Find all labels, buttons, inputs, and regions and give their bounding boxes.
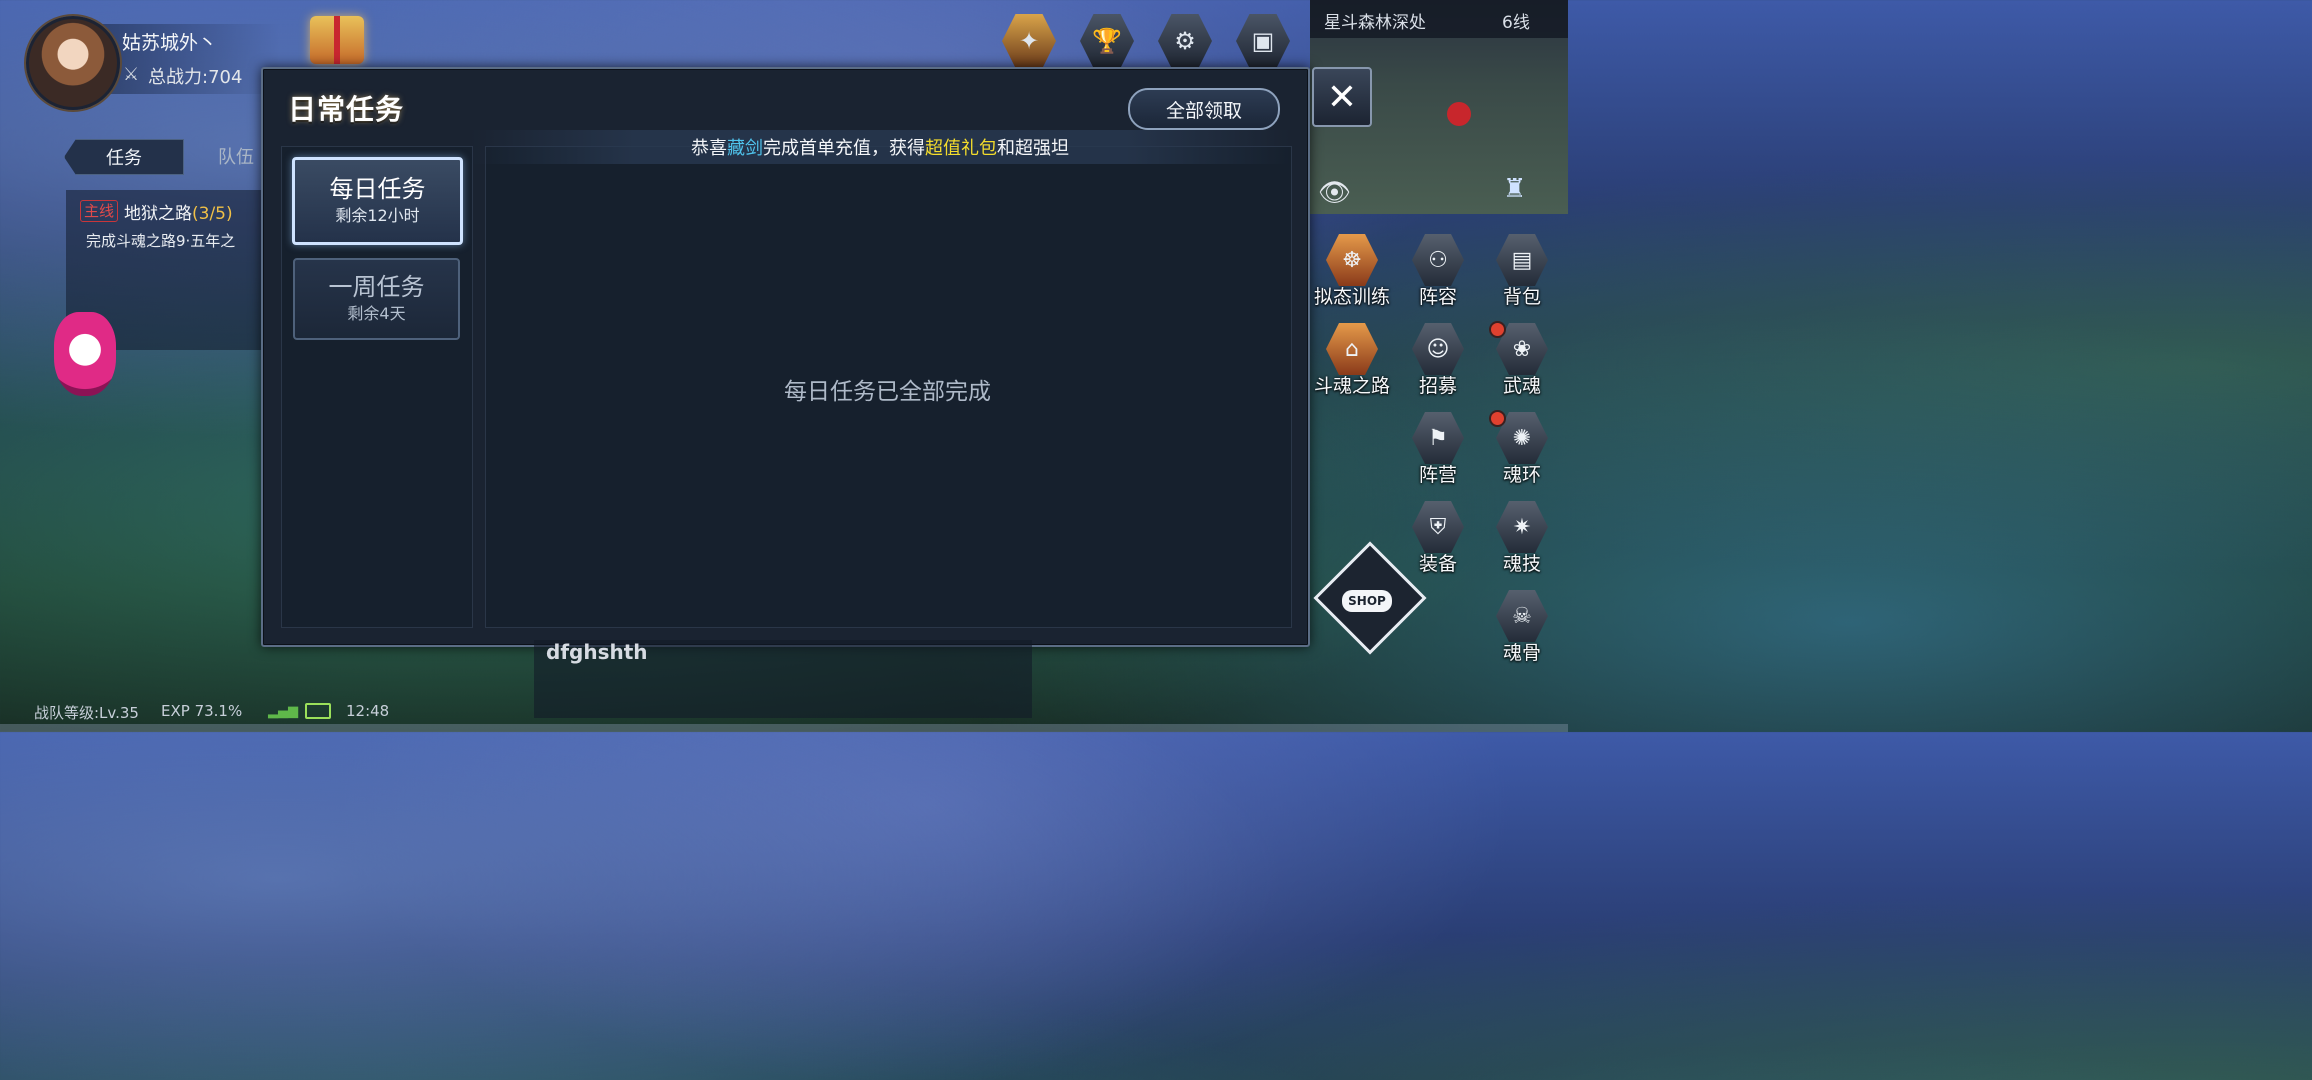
close-button[interactable]: ✕ (1312, 67, 1372, 127)
main-quest-tag: 主线 (80, 200, 119, 222)
tab-daily-name: 每日任务 (329, 175, 426, 203)
player-name: 姑苏城外丶 (122, 32, 218, 54)
menu-item-1[interactable]: ⚇ 阵容 (1397, 234, 1479, 314)
soul-bone-icon: ☠ (1496, 590, 1548, 642)
shop-label: SHOP (1342, 590, 1392, 612)
equipment-icon: ⛨ (1412, 501, 1464, 553)
chat-message: dfghshth (546, 640, 648, 664)
marquee-suffix: 和超强坦 (997, 138, 1069, 159)
menu-item-6[interactable]: ⚑ 阵营 (1397, 412, 1479, 492)
quest-progress: (3/5) (192, 204, 233, 224)
signal-icon: ▂▄▆ (268, 704, 298, 719)
tower-icon: ♜ (1503, 174, 1527, 204)
ranking-icon[interactable]: ⚙ (1158, 14, 1212, 68)
menu-label: 武魂 (1502, 375, 1541, 397)
tab-daily-remaining: 剩余12小时 (335, 206, 420, 225)
menu-label: 魂环 (1502, 464, 1541, 486)
camp-icon: ⚑ (1412, 412, 1464, 464)
menu-item-3[interactable]: ⌂ 斗魂之路 (1311, 323, 1393, 403)
bottom-divider (0, 724, 1568, 732)
claim-all-button[interactable]: 全部领取 (1128, 88, 1280, 130)
menu-label: 背包 (1502, 286, 1541, 308)
mascot-icon[interactable] (54, 312, 116, 396)
total-power-label: 总战力:704 (148, 67, 243, 88)
dialog-title: 日常任务 (288, 93, 405, 126)
menu-item-4[interactable]: ☺ 招募 (1397, 323, 1479, 403)
exp-percent: EXP 73.1% (161, 702, 243, 720)
marquee-middle: 完成首单充值，获得 (763, 138, 925, 159)
team-level: 战队等级:Lv.35 (34, 704, 139, 722)
lineup-icon: ⚇ (1412, 234, 1464, 286)
crossed-swords-icon: ⚔ (123, 64, 140, 85)
close-icon: ✕ (1326, 76, 1358, 118)
menu-item-8[interactable]: ⛨ 装备 (1397, 501, 1479, 581)
gate-icon: ⌂ (1326, 323, 1378, 375)
tab-weekly-task[interactable]: 一周任务 剩余4天 (293, 258, 460, 340)
menu-item-7[interactable]: ✺ 魂环 (1481, 410, 1563, 492)
marquee-player: 藏剑 (727, 138, 763, 159)
quest-title-text: 地狱之路 (124, 204, 192, 224)
player-avatar[interactable] (26, 16, 120, 110)
menu-label: 阵营 (1418, 464, 1457, 486)
tab-daily-task[interactable]: 每日任务 剩余12小时 (292, 157, 463, 245)
event-icon[interactable]: ✦ (1002, 14, 1056, 68)
menu-label: 魂骨 (1502, 642, 1541, 664)
menu-label: 招募 (1418, 375, 1457, 397)
menu-item-5[interactable]: ❀ 武魂 (1481, 321, 1563, 403)
menu-item-0[interactable]: ☸ 拟态训练 (1311, 234, 1393, 314)
notification-dot (1489, 410, 1506, 427)
menu-item-2[interactable]: ▤ 背包 (1481, 234, 1563, 314)
menu-label: 魂技 (1502, 553, 1541, 575)
backpack-icon: ▤ (1496, 234, 1548, 286)
marquee-prefix: 恭喜 (691, 138, 727, 159)
menu-label: 拟态训练 (1313, 286, 1390, 308)
announcement-marquee: 恭喜 藏剑 完成首单充值，获得 超值礼包 和超强坦 (470, 130, 1290, 164)
quest-title[interactable]: 地狱之路(3/5) (124, 199, 233, 224)
tab-weekly-remaining: 剩余4天 (347, 304, 406, 323)
notification-dot (1489, 321, 1506, 338)
quest-description: 完成斗魂之路9·五年之 (86, 232, 236, 250)
marquee-reward: 超值礼包 (925, 138, 997, 159)
tab-task[interactable]: 任务 (64, 139, 184, 175)
recruit-icon: ☺ (1412, 323, 1464, 375)
menu-item-9[interactable]: ✷ 魂技 (1481, 501, 1563, 581)
menu-label: 斗魂之路 (1313, 375, 1390, 397)
map-location-name: 星斗森林深处 (1324, 13, 1426, 33)
clock-time: 12:48 (346, 702, 390, 720)
eye-icon[interactable]: 👁 (1318, 178, 1351, 208)
server-line[interactable]: 6线 (1502, 8, 1530, 33)
menu-item-10[interactable]: ☠ 魂骨 (1481, 590, 1563, 670)
meditation-icon: ☸ (1326, 234, 1378, 286)
menu-label: 阵容 (1418, 286, 1457, 308)
monster-marker-icon (1447, 102, 1471, 126)
tab-weekly-name: 一周任务 (328, 273, 425, 301)
battery-icon (305, 703, 331, 719)
soul-skill-icon: ✷ (1496, 501, 1548, 553)
gift-icon[interactable] (310, 16, 364, 64)
empty-message: 每日任务已全部完成 (784, 379, 991, 405)
trophy-icon[interactable]: 🏆 (1080, 14, 1134, 68)
chest-icon[interactable]: ▣ (1236, 14, 1290, 68)
menu-label: 装备 (1418, 553, 1457, 575)
